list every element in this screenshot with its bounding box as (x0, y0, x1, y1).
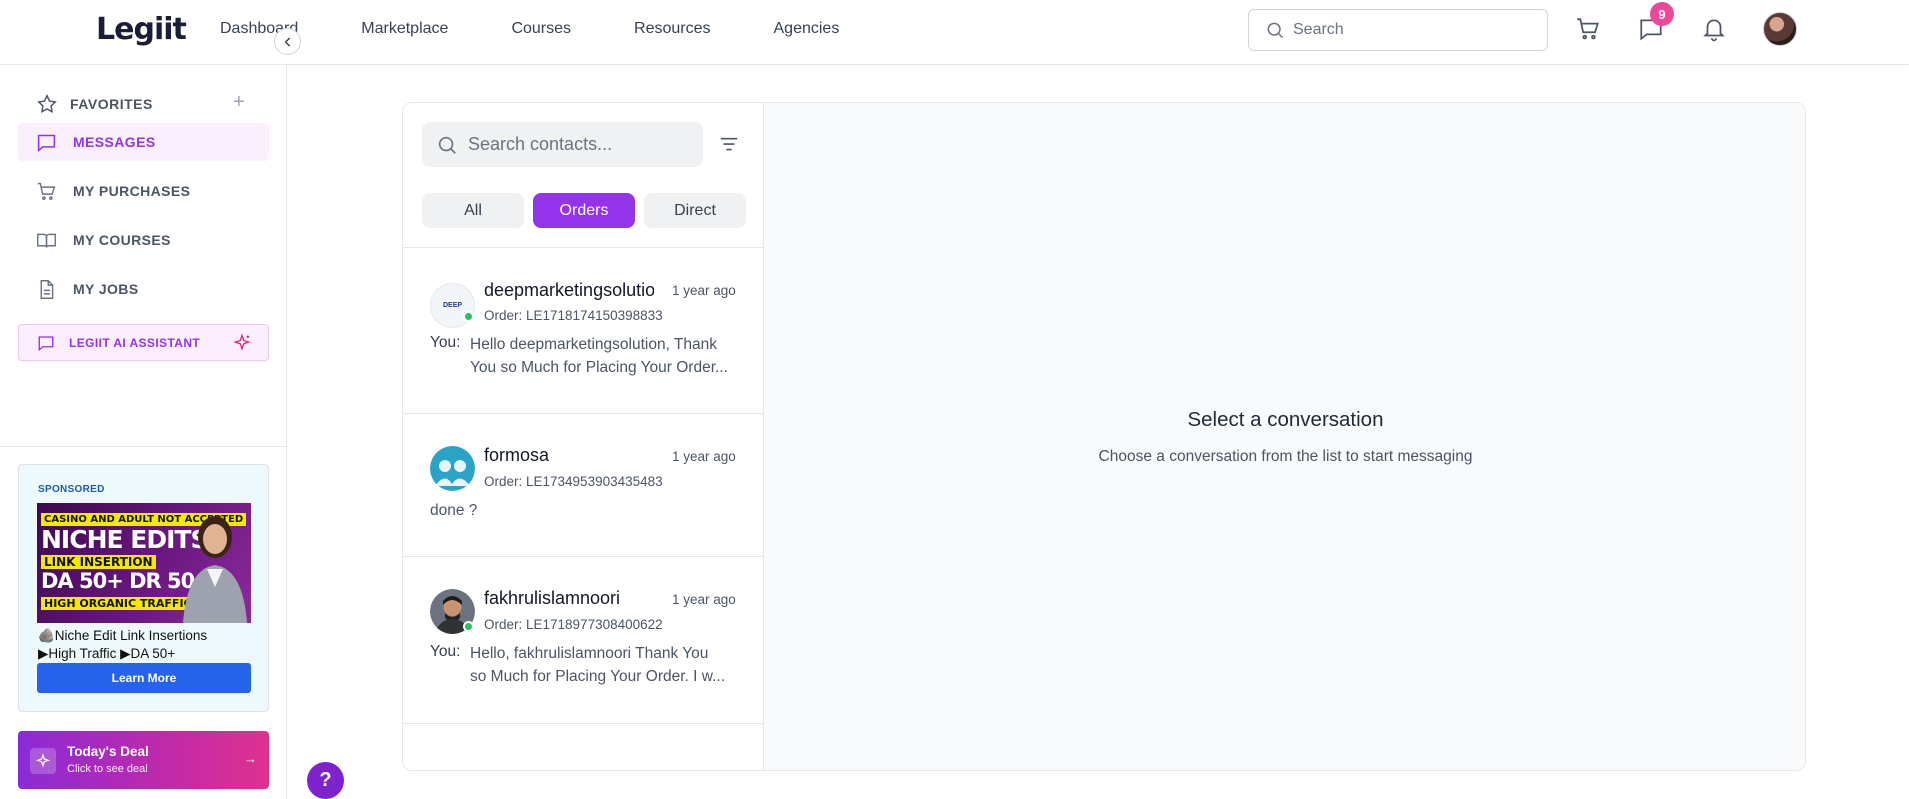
book-icon (37, 233, 56, 248)
sidebar-item-label: MESSAGES (73, 134, 156, 150)
message-prefix: You: (430, 334, 461, 351)
conversation-time: 1 year ago (672, 592, 736, 607)
contact-name: fakhrulislamnoori (484, 588, 621, 608)
document-icon (40, 279, 54, 299)
message-preview: Hello, fakhrulislamnoori Thank You so Mu… (470, 642, 744, 688)
ai-assistant-button[interactable]: LEGIIT AI ASSISTANT (18, 324, 269, 361)
cart-icon[interactable] (1573, 14, 1603, 44)
conversation-empty-state: Select a conversation Choose a conversat… (764, 103, 1805, 770)
search-icon (438, 136, 456, 154)
sidebar-divider (0, 446, 287, 447)
order-id: Order: LE1734953903435483 (484, 474, 663, 489)
sidebar-item-label: MY COURSES (73, 232, 171, 248)
contact-search[interactable] (422, 122, 703, 167)
sidebar-item-label: MY JOBS (73, 281, 139, 297)
message-line: so Much for Placing Your Order. I w... (470, 668, 726, 685)
conversation-time: 1 year ago (672, 283, 736, 298)
contact-name: formosa (484, 445, 550, 465)
conversation-item[interactable]: formosa 1 year ago Order: LE173495390343… (403, 414, 764, 557)
order-id: Order: LE1718174150398833 (484, 308, 663, 323)
add-favorite-button[interactable]: + (233, 91, 245, 114)
ad-title-line: ▶High Traffic ▶DA 50+ (38, 646, 176, 661)
ai-assistant-label: LEGIIT AI ASSISTANT (69, 335, 201, 350)
order-id: Order: LE1718977308400622 (484, 617, 663, 632)
favorites-header[interactable]: FAVORITES (36, 93, 153, 115)
favorites-label: FAVORITES (70, 96, 153, 112)
conversation-item[interactable]: fakhrulislamnoori 1 year ago Order: LE17… (403, 557, 764, 724)
ad-title[interactable]: 🪨Niche Edit Link Insertions ▶High Traffi… (38, 627, 258, 663)
message-prefix: You: (430, 643, 461, 660)
messages-count-badge: 9 (1650, 2, 1674, 26)
sidebar-item-label: MY PURCHASES (73, 183, 191, 199)
chat-icon (38, 335, 54, 351)
search-icon (1267, 22, 1284, 39)
sidebar-item-my-purchases[interactable]: MY PURCHASES (18, 172, 269, 210)
sidebar: FAVORITES + MESSAGES MY PURCHASES MY COU… (0, 65, 287, 799)
legiit-logo[interactable]: Legiit (96, 12, 187, 47)
star-icon (37, 94, 57, 113)
empty-state-subtitle: Choose a conversation from the list to s… (1098, 448, 1473, 465)
message-line: done ? (430, 502, 478, 519)
conversation-list: All Orders Direct DEEP deepmarketingsolu… (403, 103, 764, 770)
online-indicator (463, 621, 474, 632)
ad-image-text: HIGH ORGANIC TRAFFIC (41, 597, 195, 610)
deal-subtitle: Click to see deal (67, 763, 148, 775)
collapse-sidebar-button[interactable] (274, 28, 301, 55)
tab-all[interactable]: All (422, 193, 524, 228)
empty-state-title: Select a conversation (1187, 408, 1384, 431)
nav-agencies[interactable]: Agencies (774, 20, 840, 38)
learn-more-button[interactable]: Learn More (37, 663, 251, 693)
filter-icon[interactable] (718, 135, 740, 160)
message-line: You so Much for Placing Your Order... (470, 359, 728, 376)
nav-courses[interactable]: Courses (511, 20, 571, 38)
messages-panel: All Orders Direct DEEP deepmarketingsolu… (402, 102, 1806, 771)
ad-image[interactable]: CASINO AND ADULT NOT ACCEPTED NICHE EDIT… (37, 503, 251, 623)
bell-icon[interactable] (1699, 14, 1729, 44)
conversation-item[interactable]: DEEP deepmarketingsolution 1 year ago Or… (403, 248, 764, 414)
todays-deal-button[interactable]: Today's Deal Click to see deal → (18, 731, 269, 789)
message-icon (37, 134, 56, 152)
avatar-text: DEEP (442, 302, 463, 309)
chevron-left-icon (284, 36, 290, 47)
conversation-time: 1 year ago (672, 449, 736, 464)
header-search-input[interactable] (1293, 21, 1523, 39)
conversation-tabs: All Orders Direct (422, 193, 746, 228)
nav-resources[interactable]: Resources (634, 20, 710, 38)
sidebar-item-my-jobs[interactable]: MY JOBS (18, 270, 269, 308)
ad-title-line: 🪨Niche Edit Link Insertions (38, 628, 208, 643)
user-avatar[interactable] (1763, 12, 1797, 46)
contact-search-input[interactable] (468, 134, 688, 155)
message-preview: Hello deepmarketingsolution, Thank You s… (470, 333, 744, 379)
arrow-right-icon: → (244, 751, 257, 766)
contact-name: deepmarketingsolution (484, 280, 654, 300)
ad-image-text: LINK INSERTION (41, 555, 156, 569)
sparkle-icon (30, 748, 56, 774)
tab-orders[interactable]: Orders (533, 193, 635, 228)
message-line: Hello deepmarketingsolution, Thank (470, 336, 718, 353)
header-search[interactable] (1248, 9, 1548, 51)
sidebar-item-messages[interactable]: MESSAGES (18, 123, 269, 161)
sponsored-tag: SPONSORED (38, 484, 105, 495)
main-nav: Dashboard Marketplace Courses Resources … (220, 0, 902, 57)
tab-direct[interactable]: Direct (644, 193, 746, 228)
message-line: Hello, fakhrulislamnoori Thank You (470, 645, 709, 662)
sparkle-icon (233, 333, 251, 351)
deal-title: Today's Deal (67, 744, 149, 759)
contact-avatar (430, 446, 475, 491)
sidebar-item-my-courses[interactable]: MY COURSES (18, 221, 269, 259)
cart-icon (37, 182, 56, 200)
sponsored-ad-card: SPONSORED CASINO AND ADULT NOT ACCEPTED … (18, 464, 269, 712)
online-indicator (463, 311, 474, 322)
help-button[interactable]: ? (307, 762, 344, 799)
nav-marketplace[interactable]: Marketplace (361, 20, 448, 38)
message-preview: done ? (430, 499, 704, 522)
woman-photo-icon (183, 516, 247, 623)
